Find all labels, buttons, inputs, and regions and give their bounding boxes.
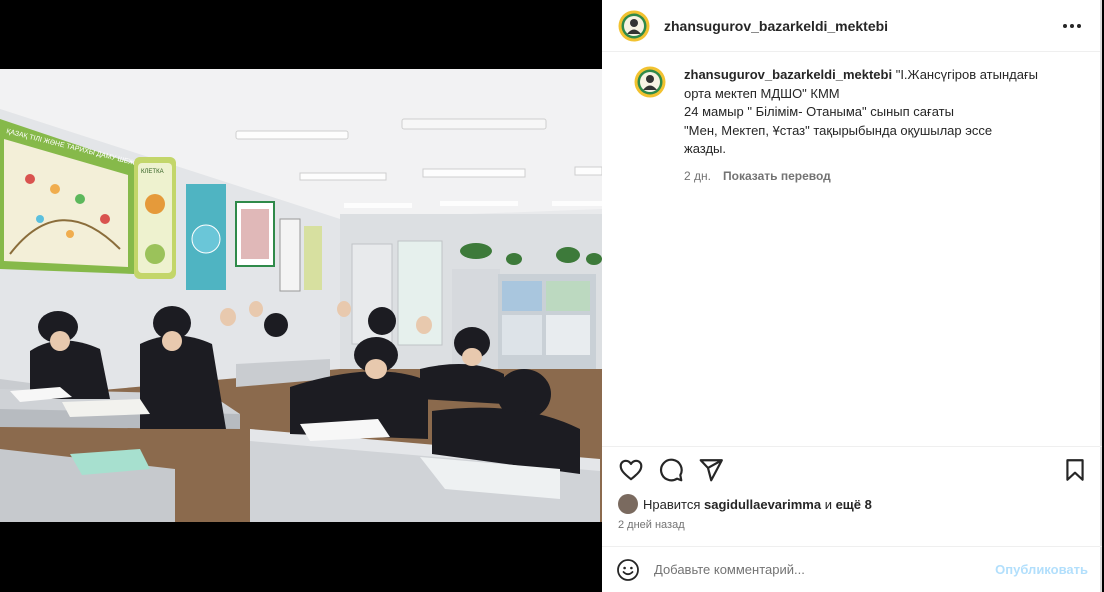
- caption-body: zhansugurov_bazarkeldi_mektebi "I.Жансүг…: [684, 66, 1038, 185]
- comment-box: Добавьте комментарий... Опубликовать: [602, 546, 1102, 592]
- caption-line-3: 24 мамыр " Білімім- Отаныма" сынып сағат…: [684, 104, 954, 119]
- post-header: zhansugurov_bazarkeldi_mektebi: [602, 0, 1100, 52]
- liker-avatar[interactable]: [618, 494, 638, 514]
- likes-joiner: и: [824, 496, 832, 512]
- translate-button[interactable]: Показать перевод: [723, 167, 831, 186]
- post-side-panel: zhansugurov_bazarkeldi_mektebi zhansugur…: [602, 0, 1102, 592]
- instagram-post-modal: ҚАЗАҚ ТІЛІ ЖӘНЕ ТАРИХЫ ДАМУ ШЕЖІРЕСІ КЛЕ…: [0, 0, 1104, 592]
- cell-poster: КЛЕТКА: [134, 157, 176, 279]
- header-username[interactable]: zhansugurov_bazarkeldi_mektebi: [664, 18, 888, 34]
- post-caption: zhansugurov_bazarkeldi_mektebi "I.Жансүг…: [634, 66, 1084, 185]
- caption-line-2: орта мектеп МДШО" КММ: [684, 85, 840, 101]
- caption-line-4: "Мен, Мектеп, Ұстаз" тақырыбында оқушыла…: [684, 122, 993, 138]
- share-icon[interactable]: [698, 457, 724, 483]
- heart-icon[interactable]: [618, 457, 644, 483]
- post-age[interactable]: 2 дн.: [684, 167, 711, 186]
- post-comment-button[interactable]: Опубликовать: [995, 562, 1088, 577]
- likes-line: Нравится sagidullaevarimma и ещё 8: [618, 494, 872, 514]
- caption-avatar-icon[interactable]: [634, 66, 666, 98]
- likes-prefix: Нравится: [643, 496, 701, 512]
- cell-poster-label: КЛЕТКА: [141, 169, 164, 175]
- caption-username[interactable]: zhansugurov_bazarkeldi_mektebi: [684, 67, 892, 82]
- post-photo[interactable]: ҚАЗАҚ ТІЛІ ЖӘНЕ ТАРИХЫ ДАМУ ШЕЖІРЕСІ КЛЕ…: [0, 69, 602, 522]
- caption-text-1: "I.Жансүгіров атындағы: [895, 67, 1039, 82]
- liker-username[interactable]: sagidullaevarimma: [704, 497, 821, 512]
- caption-meta: 2 дн. Показать перевод: [684, 167, 1038, 186]
- caption-line-1: zhansugurov_bazarkeldi_mektebi "I.Жансүг…: [684, 66, 1038, 85]
- school-logo-icon[interactable]: [618, 10, 650, 42]
- comment-icon[interactable]: [658, 457, 684, 483]
- caption-line-5: жазды.: [684, 141, 726, 156]
- post-timestamp[interactable]: 2 дней назад: [618, 519, 685, 531]
- emoji-icon[interactable]: [616, 558, 640, 582]
- bookmark-icon[interactable]: [1062, 457, 1088, 483]
- likes-others[interactable]: ещё 8: [836, 497, 872, 512]
- media-area: ҚАЗАҚ ТІЛІ ЖӘНЕ ТАРИХЫ ДАМУ ШЕЖІРЕСІ КЛЕ…: [0, 0, 602, 592]
- comment-input[interactable]: Добавьте комментарий...: [654, 562, 995, 577]
- more-options-icon[interactable]: [1060, 14, 1084, 38]
- action-bar: [602, 446, 1102, 488]
